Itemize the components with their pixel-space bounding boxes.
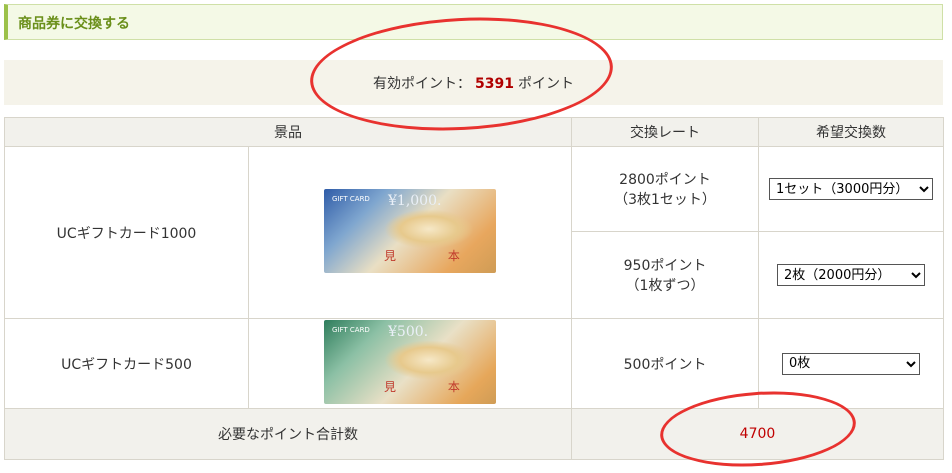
points-summary: 有効ポイント： 5391 ポイント xyxy=(4,60,943,105)
quantity-cell: 1セット（3000円分） xyxy=(758,146,944,232)
points-label: 有効ポイント： xyxy=(373,76,472,92)
rate-note: （3枚1セット） xyxy=(614,192,716,208)
col-header-quantity: 希望交換数 xyxy=(758,117,944,147)
total-label: 必要なポイント合計数 xyxy=(4,408,572,460)
table-row: UCギフトカード1000 GIFT CARD ¥1,000. 見 本 2800ポ… xyxy=(4,146,944,319)
gift-card-1000-image: GIFT CARD ¥1,000. 見 本 xyxy=(324,188,496,273)
card-amount: ¥1,000. xyxy=(388,192,442,209)
item-name-uc500: UCギフトカード500 xyxy=(4,318,249,409)
rate-cell: 950ポイント （1枚ずつ） xyxy=(571,231,759,319)
rate-line: 500ポイント xyxy=(623,356,707,373)
quantity-select-1000-set[interactable]: 1セット（3000円分） xyxy=(769,178,933,200)
item-name-uc1000: UCギフトカード1000 xyxy=(4,146,249,319)
card-amount: ¥500. xyxy=(388,323,429,340)
points-unit: ポイント xyxy=(517,76,574,92)
quantity-select-500[interactable]: 0枚 xyxy=(782,352,920,375)
item-image-uc500: GIFT CARD ¥500. 見 本 xyxy=(248,318,572,409)
section-header: 商品券に交換する xyxy=(4,4,943,40)
quantity-cell: 0枚 xyxy=(758,318,944,409)
table-header-row: 景品 交換レート 希望交換数 xyxy=(4,117,944,147)
rate-line: 950ポイント xyxy=(623,258,707,274)
col-header-prize: 景品 xyxy=(4,117,572,147)
total-row: 必要なポイント合計数 4700 xyxy=(4,408,944,460)
rate-line: 2800ポイント xyxy=(619,172,711,188)
col-header-rate: 交換レート xyxy=(571,117,759,147)
card-brand: GIFT CARD xyxy=(332,194,370,203)
table-row: UCギフトカード500 GIFT CARD ¥500. 見 本 500ポイント … xyxy=(4,318,944,409)
gift-card-500-image: GIFT CARD ¥500. 見 本 xyxy=(324,319,496,404)
item-image-uc1000: GIFT CARD ¥1,000. 見 本 xyxy=(248,146,572,319)
quantity-select-1000-single[interactable]: 2枚（2000円分） xyxy=(777,264,925,286)
total-value: 4700 xyxy=(571,408,944,460)
section-title: 商品券に交換する xyxy=(18,16,130,32)
card-stamp: 見 本 xyxy=(384,379,484,394)
rate-cell: 2800ポイント （3枚1セット） xyxy=(571,146,759,232)
points-value: 5391 xyxy=(475,76,514,92)
exchange-table: 景品 交換レート 希望交換数 UCギフトカード1000 GIFT CARD ¥1… xyxy=(4,117,944,460)
rate-note: （1枚ずつ） xyxy=(625,278,705,294)
card-brand: GIFT CARD xyxy=(332,325,370,334)
points-text: 有効ポイント： 5391 ポイント xyxy=(4,73,943,93)
quantity-cell: 2枚（2000円分） xyxy=(758,231,944,319)
rate-cell: 500ポイント xyxy=(571,318,759,409)
card-stamp: 見 本 xyxy=(384,248,484,263)
